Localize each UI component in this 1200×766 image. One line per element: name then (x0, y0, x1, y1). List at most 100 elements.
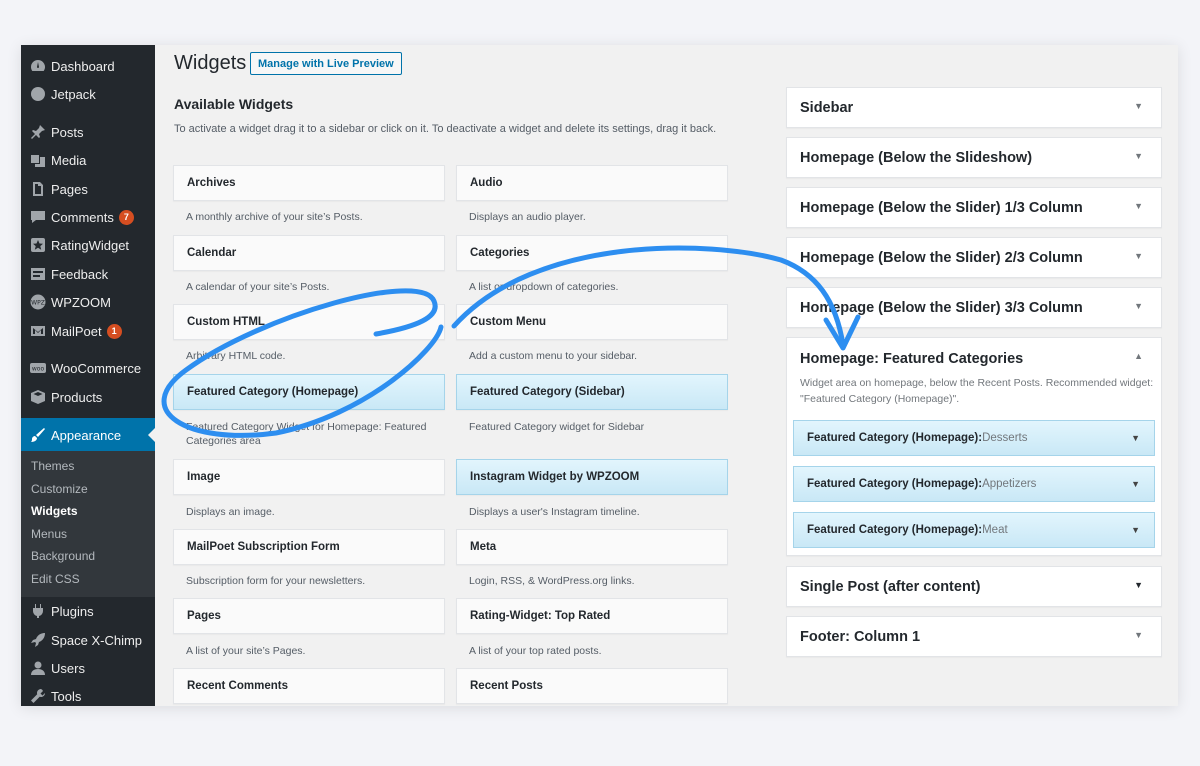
widget-description: A list or dropdown of categories. (469, 281, 619, 293)
widget-title-value: Appetizers (982, 478, 1037, 490)
menu-label: Pages (51, 181, 88, 197)
submenu-item-edit-css[interactable]: Edit CSS (31, 572, 80, 586)
mailpoet-icon (29, 322, 47, 340)
widget-description: A list of your top rated posts. (469, 645, 602, 657)
comment-icon (29, 208, 47, 226)
menu-item-posts[interactable]: Posts (21, 118, 155, 146)
user-icon (29, 659, 47, 677)
sidebar-area-title: Homepage: Featured Categories (800, 351, 1024, 367)
sidebar-area-footer-column-1[interactable]: Footer: Column 1 ▼ (786, 616, 1162, 657)
caret-up-icon[interactable]: ▲ (1134, 351, 1143, 361)
menu-item-mailpoet[interactable]: MailPoet 1 (21, 317, 155, 345)
sidebar-area-homepage-1-3-column[interactable]: Homepage (Below the Slider) 1/3 Column ▼ (786, 187, 1162, 228)
menu-item-media[interactable]: Media (21, 146, 155, 174)
sidebar-area-title: Footer: Column 1 (800, 629, 921, 645)
sidebar-area-homepage-below-slideshow[interactable]: Homepage (Below the Slideshow) ▼ (786, 137, 1162, 178)
featured-category-widget-appetizers[interactable]: Featured Category (Homepage): Appetizers… (793, 466, 1155, 502)
widget-featured-category-sidebar[interactable]: Featured Category (Sidebar) (456, 374, 728, 410)
widget-custom-menu[interactable]: Custom Menu (456, 304, 728, 340)
widget-instagram-wpzoom[interactable]: Instagram Widget by WPZOOM (456, 459, 728, 495)
menu-item-tools[interactable]: Tools (21, 682, 155, 706)
menu-item-feedback[interactable]: Feedback (21, 260, 155, 288)
sidebar-area-title: Single Post (after content) (800, 579, 981, 595)
menu-label: Products (51, 389, 103, 405)
featured-category-widget-desserts[interactable]: Featured Category (Homepage): Desserts ▼ (793, 420, 1155, 456)
caret-down-icon[interactable]: ▼ (1131, 433, 1140, 443)
available-widgets-heading: Available Widgets (174, 96, 294, 112)
sidebar-area-title: Homepage (Below the Slider) 1/3 Column (800, 200, 1083, 216)
menu-item-wpzoom[interactable]: WPZ WPZOOM (21, 288, 155, 316)
menu-item-pages[interactable]: Pages (21, 175, 155, 203)
wrench-icon (29, 687, 47, 705)
brush-icon (29, 426, 47, 444)
available-widgets-description: To activate a widget drag it to a sideba… (174, 123, 717, 135)
caret-down-icon[interactable]: ▼ (1134, 101, 1143, 111)
comments-count-badge: 7 (118, 209, 134, 225)
widget-meta[interactable]: Meta (456, 529, 728, 565)
menu-item-dashboard[interactable]: Dashboard (21, 52, 155, 80)
widget-description: A list of your site’s Pages. (186, 645, 306, 657)
widget-rating-widget-top-rated[interactable]: Rating-Widget: Top Rated (456, 598, 728, 634)
menu-label: Users (51, 660, 85, 676)
menu-item-users[interactable]: Users (21, 654, 155, 682)
menu-item-plugins[interactable]: Plugins (21, 597, 155, 625)
menu-label: WPZOOM (51, 294, 111, 310)
caret-down-icon[interactable]: ▼ (1131, 479, 1140, 489)
sidebar-area-homepage-2-3-column[interactable]: Homepage (Below the Slider) 2/3 Column ▼ (786, 237, 1162, 278)
widget-description: A calendar of your site’s Posts. (186, 281, 330, 293)
menu-item-jetpack[interactable]: Jetpack (21, 80, 155, 108)
menu-item-comments[interactable]: Comments 7 (21, 203, 155, 231)
sidebar-area-sidebar[interactable]: Sidebar ▼ (786, 87, 1162, 128)
caret-down-icon[interactable]: ▼ (1134, 301, 1143, 311)
submenu-item-widgets[interactable]: Widgets (31, 504, 78, 518)
woocommerce-icon: woo (29, 359, 47, 377)
caret-down-icon[interactable]: ▼ (1134, 580, 1143, 590)
sidebar-area-description: Widget area on homepage, below the Recen… (800, 377, 1154, 405)
widget-description: Arbitrary HTML code. (186, 350, 286, 362)
submenu-item-background[interactable]: Background (31, 549, 95, 563)
wpzoom-icon: WPZ (29, 293, 47, 311)
caret-down-icon[interactable]: ▼ (1134, 251, 1143, 261)
menu-label: Media (51, 152, 87, 168)
caret-down-icon[interactable]: ▼ (1134, 151, 1143, 161)
caret-down-icon[interactable]: ▼ (1134, 201, 1143, 211)
svg-text:WPZ: WPZ (31, 300, 45, 307)
caret-down-icon[interactable]: ▼ (1131, 525, 1140, 535)
admin-menu: Dashboard Jetpack Posts Media Pages Comm… (21, 45, 155, 706)
menu-label: Comments (51, 209, 114, 225)
sidebar-area-title: Homepage (Below the Slider) 3/3 Column (800, 300, 1083, 316)
sidebar-area-homepage-3-3-column[interactable]: Homepage (Below the Slider) 3/3 Column ▼ (786, 287, 1162, 328)
widget-description: A monthly archive of your site’s Posts. (186, 211, 363, 223)
menu-item-ratingwidget[interactable]: RatingWidget (21, 231, 155, 259)
menu-item-products[interactable]: Products (21, 383, 155, 411)
featured-category-widget-meat[interactable]: Featured Category (Homepage): Meat ▼ (793, 512, 1155, 548)
caret-down-icon[interactable]: ▼ (1134, 630, 1143, 640)
widget-image[interactable]: Image (173, 459, 445, 495)
menu-item-woocommerce[interactable]: woo WooCommerce (21, 354, 155, 382)
menu-item-space-x-chimp[interactable]: Space X-Chimp (21, 626, 155, 654)
widget-title-value: Desserts (982, 432, 1028, 444)
widget-featured-category-homepage[interactable]: Featured Category (Homepage) (173, 374, 445, 410)
widget-recent-comments[interactable]: Recent Comments (173, 668, 445, 704)
submenu-item-themes[interactable]: Themes (31, 459, 74, 473)
star-icon (29, 236, 47, 254)
widget-audio[interactable]: Audio (456, 165, 728, 201)
manage-live-preview-button[interactable]: Manage with Live Preview (250, 52, 402, 75)
menu-label: Feedback (51, 266, 109, 282)
widget-categories[interactable]: Categories (456, 235, 728, 271)
menu-label: Posts (51, 124, 84, 140)
sidebar-area-title: Homepage (Below the Slideshow) (800, 150, 1033, 166)
wp-admin-window: Dashboard Jetpack Posts Media Pages Comm… (21, 45, 1178, 706)
widget-custom-html[interactable]: Custom HTML (173, 304, 445, 340)
widget-mailpoet-subscription-form[interactable]: MailPoet Subscription Form (173, 529, 445, 565)
menu-item-appearance[interactable]: Appearance (21, 418, 155, 452)
widget-pages[interactable]: Pages (173, 598, 445, 634)
widget-calendar[interactable]: Calendar (173, 235, 445, 271)
sidebar-area-single-post[interactable]: Single Post (after content) ▼ (786, 566, 1162, 607)
menu-label: RatingWidget (51, 237, 130, 253)
submenu-item-customize[interactable]: Customize (31, 482, 88, 496)
widget-recent-posts[interactable]: Recent Posts (456, 668, 728, 704)
widget-archives[interactable]: Archives (173, 165, 445, 201)
submenu-item-menus[interactable]: Menus (31, 527, 67, 541)
menu-label: Dashboard (51, 58, 115, 74)
